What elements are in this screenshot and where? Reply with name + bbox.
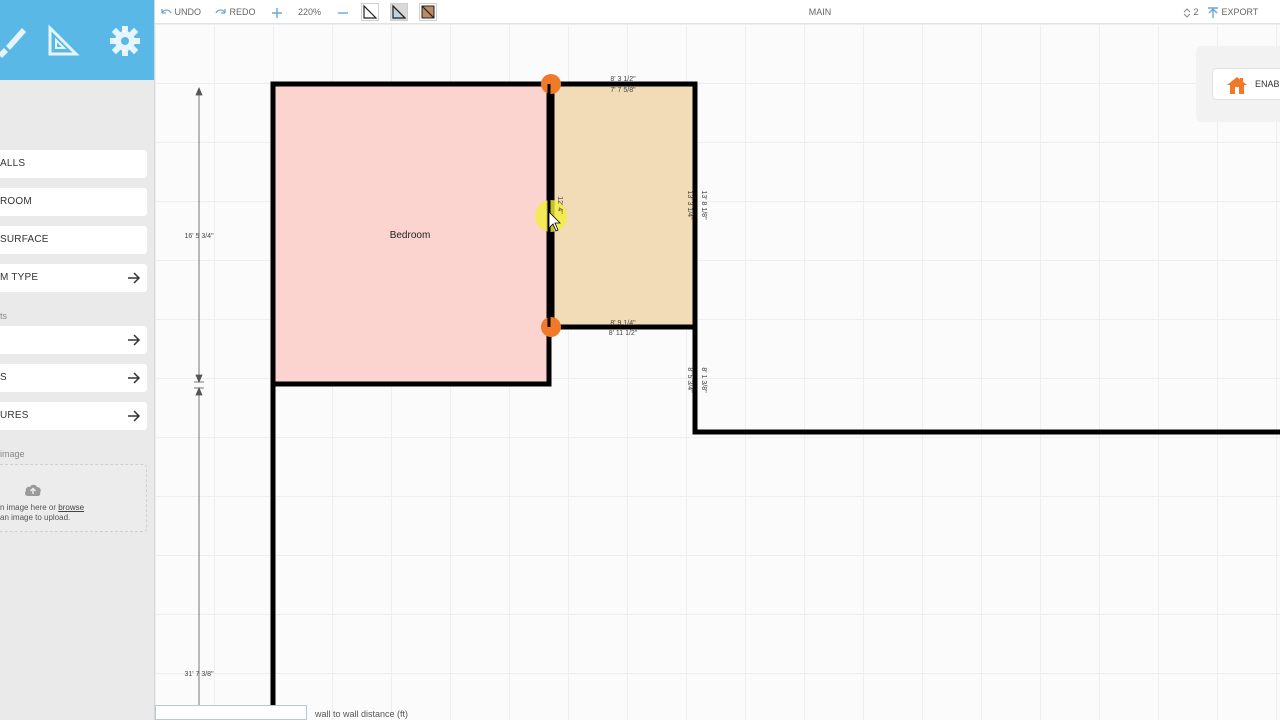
level-title[interactable]: MAIN	[795, 0, 845, 24]
dimension-lower-right-outer: 8' 1 3/8"	[700, 367, 707, 393]
floorplan-drawing[interactable]: Bedroom 16' 5 3/4" 31' 7 3/8" 8' 3 1/2" …	[155, 24, 1280, 720]
gear-icon[interactable]	[108, 24, 142, 58]
draw-walls-button[interactable]: ALLS	[0, 150, 147, 178]
redo-icon	[215, 8, 226, 14]
redo-button[interactable]: REDO	[215, 0, 256, 24]
wall-node-handle-top[interactable]	[541, 74, 561, 94]
objects-category-button-3[interactable]: URES	[0, 402, 147, 430]
room-mode-icon	[392, 4, 407, 19]
left-dimension-lines	[194, 86, 204, 705]
arrow-right-icon	[128, 334, 141, 346]
dimension-lower-right-inner: 8' 5 3/4"	[686, 367, 693, 393]
objects-category-label-2: S	[0, 372, 7, 383]
upload-line2: an image to upload.	[0, 513, 71, 522]
export-button[interactable]: EXPORT	[1207, 0, 1258, 24]
undo-button[interactable]: UNDO	[160, 0, 201, 24]
draw-mode-room-button[interactable]	[390, 3, 408, 21]
upload-line1: n image here or	[0, 503, 59, 512]
wall-mode-icon	[363, 4, 378, 19]
view-3d-panel: ENAB	[1196, 46, 1280, 122]
dimension-closet-right-outer: 13' 8 1/8"	[700, 190, 707, 220]
dimension-closet-top-outer: 8' 3 1/2"	[610, 76, 636, 83]
objects-category-label-3: URES	[0, 410, 29, 421]
floorplan-app: ALLS ROOM SURFACE M TYPE ts S URES image	[0, 0, 1280, 720]
set-square-icon[interactable]	[46, 24, 80, 58]
objects-category-button-1[interactable]	[0, 326, 147, 354]
zoom-in-button[interactable]	[272, 0, 282, 24]
dimension-closet-bottom-outer: 8' 11 1/2"	[609, 330, 638, 337]
hallway-wall[interactable]	[692, 324, 1280, 435]
objects-section-label: ts	[0, 311, 8, 321]
surface-mode-icon	[421, 5, 435, 19]
draw-mode-wall-button[interactable]	[361, 3, 379, 21]
draw-room-label: ROOM	[0, 196, 32, 207]
paintbrush-icon[interactable]	[0, 24, 28, 58]
level-count: 2	[1193, 7, 1199, 17]
arrow-right-icon	[128, 272, 141, 284]
floorplan-canvas[interactable]: Bedroom 16' 5 3/4" 31' 7 3/8" 8' 3 1/2" …	[155, 24, 1280, 720]
dimension-left-lower: 31' 7 3/8"	[184, 671, 214, 678]
arrow-right-icon	[128, 410, 141, 422]
image-upload-dropzone[interactable]: n image here or browse an image to uploa…	[0, 464, 147, 532]
undo-icon	[161, 8, 172, 14]
bedroom-label[interactable]: Bedroom	[390, 230, 431, 241]
zoom-out-button[interactable]	[338, 0, 348, 24]
upload-instructions: n image here or browse	[0, 503, 84, 512]
export-label: EXPORT	[1221, 7, 1259, 17]
cloud-upload-icon	[24, 484, 41, 496]
room-type-button[interactable]: M TYPE	[0, 264, 147, 292]
draw-mode-surface-button[interactable]	[419, 3, 437, 21]
minus-icon	[338, 11, 348, 14]
dimension-closet-right-inner: 13' 3 1/4"	[686, 190, 693, 220]
draw-walls-label: ALLS	[0, 158, 26, 169]
top-toolbar: UNDO REDO 220% MAIN 2 EXPORT	[155, 0, 1280, 24]
wall-distance-input[interactable]	[155, 705, 307, 720]
sidebar-tool-header	[0, 0, 154, 80]
wall-distance-label: wall to wall distance (ft)	[315, 709, 409, 719]
house-icon	[1227, 77, 1247, 94]
dimension-closet-bottom-inner: 8' 9 1/4"	[610, 320, 636, 327]
enable-3d-label: ENAB	[1255, 79, 1280, 89]
enable-3d-button[interactable]: ENAB	[1212, 68, 1280, 100]
up-down-icon	[1183, 7, 1191, 18]
draw-room-button[interactable]: ROOM	[0, 188, 147, 216]
export-up-arrow-icon	[1208, 6, 1218, 18]
closet-room[interactable]	[552, 84, 695, 327]
level-switcher[interactable]: 2	[1183, 0, 1199, 24]
room-type-label: M TYPE	[0, 272, 39, 283]
plus-icon	[272, 7, 282, 18]
browse-link[interactable]: browse	[58, 503, 84, 512]
sidebar: ALLS ROOM SURFACE M TYPE ts S URES image	[0, 0, 155, 720]
undo-label: UNDO	[174, 7, 202, 17]
zoom-level: 220%	[298, 7, 322, 17]
redo-label: REDO	[229, 7, 256, 17]
arrow-right-icon	[128, 372, 141, 384]
wall-node-handle-bottom[interactable]	[541, 317, 561, 337]
draw-surface-button[interactable]: SURFACE	[0, 226, 147, 254]
dimension-shared-wall: 12' 4"	[556, 196, 563, 214]
dimension-closet-top-inner: 7' 7 5/8"	[610, 87, 636, 94]
objects-category-button-2[interactable]: S	[0, 364, 147, 392]
background-image-label: image	[0, 449, 25, 459]
dimension-left-upper: 16' 5 3/4"	[184, 233, 214, 240]
draw-surface-label: SURFACE	[0, 234, 49, 245]
